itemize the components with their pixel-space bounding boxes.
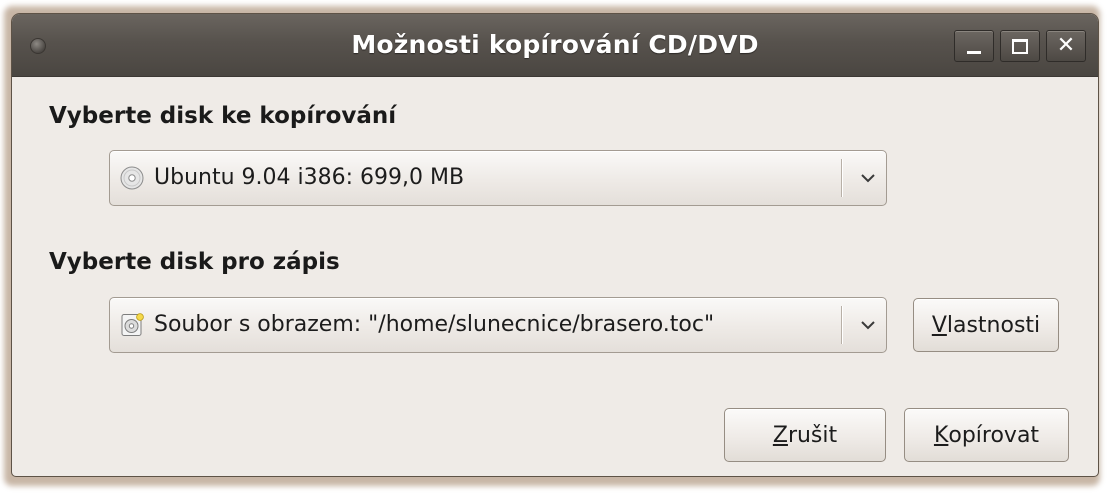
destination-disc-combo[interactable]: Soubor s obrazem: "/home/slunecnice/bras… [109,297,887,353]
title-bar[interactable]: Možnosti kopírování CD/DVD ✕ [12,14,1098,77]
cancel-button[interactable]: Zrušit [724,408,886,462]
maximize-icon [1012,38,1028,54]
copy-mnemonic: K [933,422,949,448]
chevron-down-icon [861,174,875,183]
combo-separator [841,159,842,197]
window-controls: ✕ [954,30,1086,62]
chevron-down-icon [861,321,875,330]
copy-button[interactable]: Kopírovat [904,408,1069,462]
properties-button[interactable]: Vlastnosti [913,298,1059,352]
properties-mnemonic: V [931,312,947,338]
combo-separator [841,306,842,344]
cancel-mnemonic: Z [772,422,788,448]
source-disc-combo[interactable]: Ubuntu 9.04 i386: 699,0 MB [109,150,887,206]
maximize-button[interactable] [1000,30,1040,62]
close-button[interactable]: ✕ [1046,30,1086,62]
cd-disc-icon [120,166,144,190]
cancel-label: rušit [787,422,838,448]
properties-label: lastnosti [946,312,1041,338]
source-disc-value: Ubuntu 9.04 i386: 699,0 MB [154,165,465,190]
image-file-icon [121,313,144,336]
minimize-button[interactable] [954,30,994,62]
close-icon: ✕ [1056,33,1076,58]
copy-label: opírovat [948,422,1040,448]
source-heading: Vyberte disk ke kopírování [49,103,397,129]
destination-disc-value: Soubor s obrazem: "/home/slunecnice/bras… [154,312,715,337]
dialog-content: Vyberte disk ke kopírování Ubuntu 9.04 i… [12,77,1098,476]
window-title: Možnosti kopírování CD/DVD [351,30,759,59]
copy-options-dialog: Možnosti kopírování CD/DVD ✕ Vyberte dis… [12,14,1098,476]
minimize-icon [967,50,981,54]
screenshot-stage: Možnosti kopírování CD/DVD ✕ Vyberte dis… [0,0,1110,494]
destination-heading: Vyberte disk pro zápis [49,249,340,275]
